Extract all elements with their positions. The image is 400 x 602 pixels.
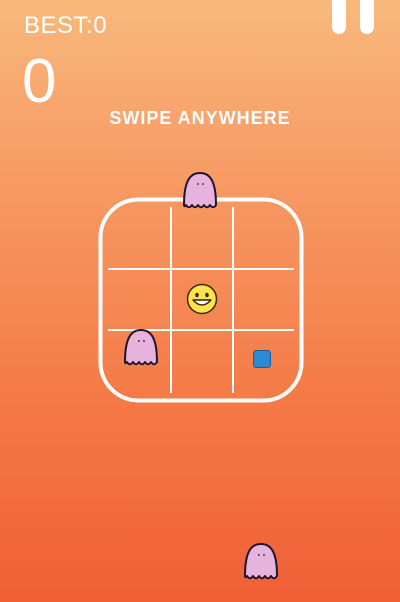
coin-icon <box>253 350 271 368</box>
ghost-icon <box>122 328 160 366</box>
best-score-label: BEST:0 <box>24 12 108 39</box>
instruction-text: SWIPE ANYWHERE <box>109 108 291 128</box>
ghost-icon <box>242 542 280 580</box>
pause-icon-bar-left <box>332 0 346 34</box>
pause-icon-bar-right <box>360 0 374 34</box>
pause-button[interactable] <box>332 0 376 36</box>
current-score: 0 <box>22 47 57 116</box>
ghost-icon <box>181 171 219 209</box>
player-smiley-icon <box>186 283 218 315</box>
